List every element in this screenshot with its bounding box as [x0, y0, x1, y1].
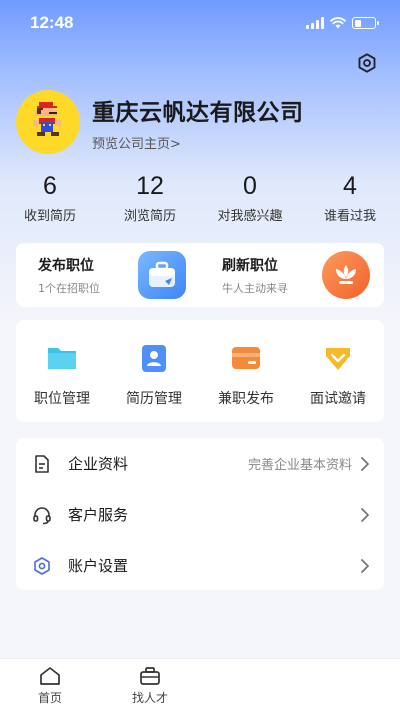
- tool-label: 面试邀请: [310, 391, 366, 407]
- tab-home[interactable]: 首页: [0, 659, 100, 710]
- mario-avatar-icon: [33, 102, 61, 136]
- stat-label: 收到简历: [23, 209, 76, 224]
- status-time: 12:48: [30, 13, 74, 32]
- menu-item-account-settings[interactable]: 账户设置: [32, 540, 370, 591]
- job-management-button[interactable]: 职位管理: [16, 320, 108, 422]
- avatar[interactable]: [16, 90, 80, 154]
- status-bar: 12:48: [0, 0, 400, 46]
- home-icon: [40, 667, 60, 685]
- stat-received-resumes[interactable]: 6 收到简历: [0, 172, 100, 224]
- stat-viewed-resumes[interactable]: 12 浏览简历: [100, 172, 200, 224]
- menu-card: 企业资料 完善企业基本资料 客户服务 账户设置: [16, 438, 384, 590]
- stats-row: 6 收到简历 12 浏览简历 0 对我感兴趣 4 谁看过我: [0, 172, 400, 224]
- company-info: 重庆云帆达有限公司 预览公司主页>: [92, 93, 304, 152]
- resume-icon: [142, 345, 166, 372]
- menu-hint: 完善企业基本资料: [247, 458, 352, 473]
- stat-label: 谁看过我: [323, 209, 376, 224]
- hexagon-settings-icon: [34, 556, 50, 575]
- menu-label: 客户服务: [68, 506, 129, 524]
- stat-who-viewed-me[interactable]: 4 谁看过我: [300, 172, 400, 224]
- stat-interested-in-me[interactable]: 0 对我感兴趣: [200, 172, 300, 224]
- signal-icon: [306, 17, 324, 29]
- post-job-subtitle: 1个在招职位: [38, 281, 100, 295]
- badge-icon: [326, 348, 350, 370]
- stat-label: 对我感兴趣: [217, 209, 283, 224]
- headset-icon: [33, 506, 51, 524]
- preview-homepage-link[interactable]: 预览公司主页>: [92, 133, 304, 152]
- stat-label: 浏览简历: [123, 209, 176, 224]
- wifi-icon: [330, 17, 346, 29]
- company-profile[interactable]: 重庆云帆达有限公司 预览公司主页>: [16, 90, 304, 154]
- battery-icon: [352, 17, 379, 29]
- post-job-title: 发布职位: [38, 257, 94, 274]
- interview-invite-button[interactable]: 面试邀请: [292, 320, 384, 422]
- flower-icon: [322, 251, 370, 299]
- post-job-button[interactable]: 发布职位 1个在招职位: [16, 243, 200, 307]
- refresh-job-title: 刷新职位: [222, 257, 278, 274]
- tool-label: 职位管理: [34, 391, 90, 407]
- tools-card: 职位管理 简历管理 兼职发布 面试邀请: [16, 320, 384, 422]
- menu-label: 账户设置: [68, 557, 129, 575]
- part-time-post-button[interactable]: 兼职发布: [200, 320, 292, 422]
- refresh-job-button[interactable]: 刷新职位 牛人主动来寻: [200, 243, 384, 307]
- menu-item-company-info[interactable]: 企业资料 完善企业基本资料: [32, 438, 370, 489]
- stat-value: 0: [243, 172, 257, 200]
- stat-value: 12: [136, 172, 164, 200]
- bottom-tab-bar: 首页 找人才: [0, 658, 400, 710]
- tab-label: 找人才: [131, 691, 168, 705]
- briefcase-icon: [138, 251, 186, 299]
- chevron-right-icon: [361, 558, 369, 573]
- chevron-right-icon: [361, 507, 369, 522]
- folder-icon: [48, 348, 76, 369]
- resume-management-button[interactable]: 简历管理: [108, 320, 200, 422]
- publish-card: 发布职位 1个在招职位 刷新职位 牛人主动来寻: [16, 243, 384, 307]
- chevron-right-icon: [361, 456, 369, 471]
- tool-label: 简历管理: [126, 391, 182, 407]
- settings-hexagon-icon[interactable]: [356, 52, 378, 74]
- card-icon: [232, 347, 260, 369]
- stat-value: 4: [343, 172, 357, 200]
- tool-label: 兼职发布: [218, 391, 274, 407]
- tab-label: 首页: [37, 691, 62, 705]
- menu-label: 企业资料: [68, 455, 129, 473]
- stat-value: 6: [43, 172, 57, 200]
- tab-find-talent[interactable]: 找人才: [100, 659, 200, 710]
- briefcase-icon: [140, 667, 160, 685]
- document-icon: [35, 454, 49, 473]
- menu-item-customer-service[interactable]: 客户服务: [32, 489, 370, 540]
- company-name: 重庆云帆达有限公司: [92, 99, 304, 126]
- refresh-job-subtitle: 牛人主动来寻: [222, 281, 288, 295]
- status-icons: [306, 17, 379, 29]
